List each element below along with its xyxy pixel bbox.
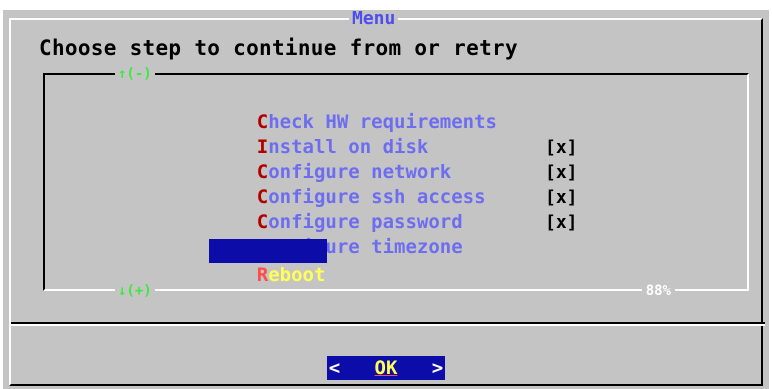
scroll-percent: 88% <box>641 284 675 298</box>
check-mark: [x] <box>545 137 578 158</box>
ok-button[interactable]: < OK > <box>327 356 445 380</box>
menu-item-install-disk[interactable]: Install on disk <box>211 111 429 158</box>
button-separator <box>11 322 765 326</box>
menu-item-configure-timezone[interactable]: Configure timezone <box>211 211 463 258</box>
hotkey: R <box>256 264 269 286</box>
menu-item-check-hw[interactable]: Check HW requirements <box>211 86 497 133</box>
check-mark: [x] <box>545 212 578 233</box>
menu-item-reboot[interactable]: Reboot <box>209 239 328 286</box>
dialog-title: Menu <box>349 10 399 28</box>
scroll-up-indicator[interactable]: ↑(-) <box>115 67 155 81</box>
ok-label: OK <box>374 357 398 379</box>
ok-right-bracket: > <box>431 357 444 379</box>
menu-dialog: Menu Choose step to continue from or ret… <box>3 10 769 389</box>
scroll-down-indicator[interactable]: ↓(+) <box>115 284 155 298</box>
menu-item-configure-network[interactable]: Configure network <box>211 136 451 183</box>
menu-item-configure-password[interactable]: Configure password <box>211 186 463 233</box>
check-mark: [x] <box>545 187 578 208</box>
check-mark: [x] <box>545 162 578 183</box>
ok-left-bracket: < <box>328 357 341 379</box>
menu-item-configure-ssh[interactable]: Configure ssh access <box>211 161 486 208</box>
dialog-prompt: Choose step to continue from or retry <box>39 36 518 60</box>
menu-item-label: eboot <box>268 264 326 286</box>
